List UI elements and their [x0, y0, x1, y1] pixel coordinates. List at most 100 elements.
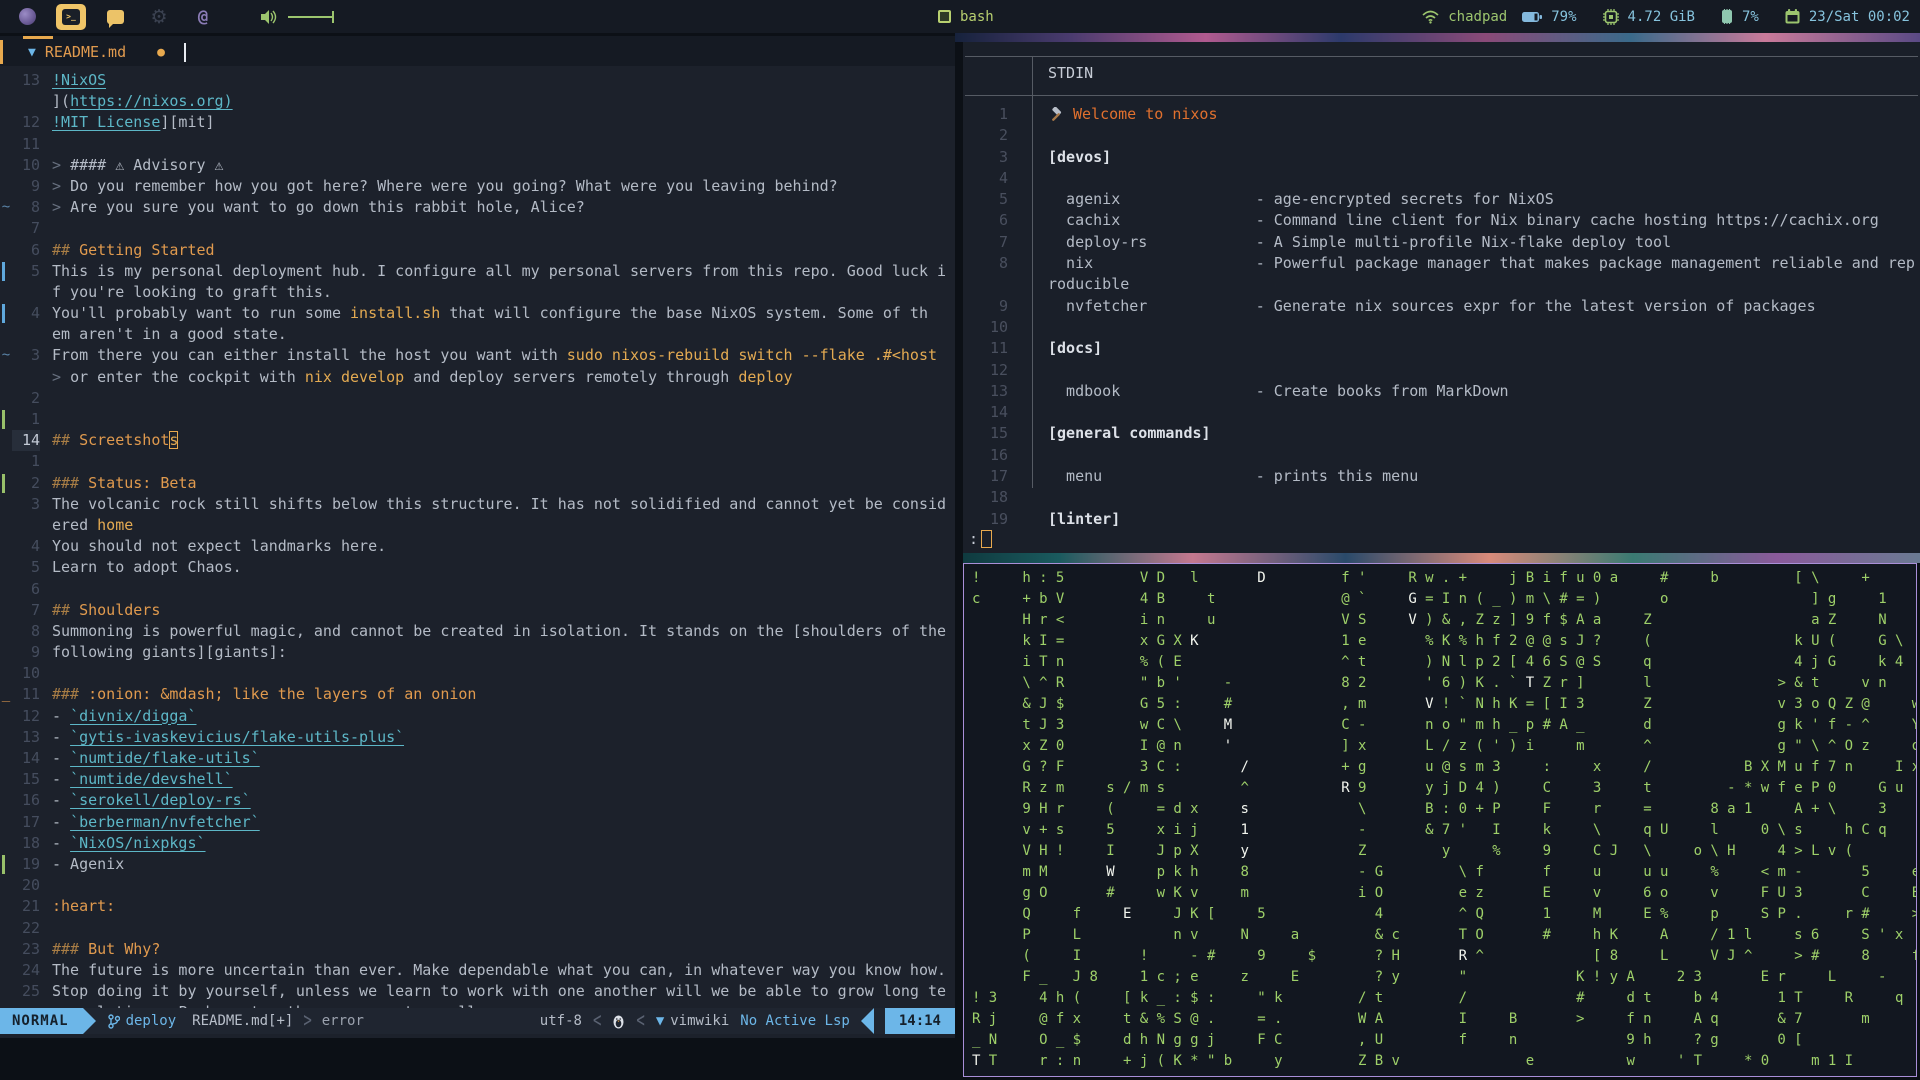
- pager-line-number: 9: [998, 296, 1008, 315]
- editor-line[interactable]: f you're looking to graft this.: [0, 282, 955, 303]
- editor-line[interactable]: 7 ## Shoulders: [0, 600, 955, 621]
- editor-line[interactable]: 19 - Agenix: [0, 854, 955, 875]
- line-text: - `gytis-ivaskevicius/flake-utils-plus`: [52, 727, 405, 746]
- editor-line[interactable]: 25 Stop doing it by yourself, unless we l…: [0, 981, 955, 1002]
- editor-line[interactable]: ~8 > Are you sure you want to go down thi…: [0, 197, 955, 218]
- editor-line[interactable]: 17 - `berberman/nvfetcher`: [0, 812, 955, 833]
- line-text: From there you can either install the ho…: [52, 346, 938, 365]
- editor-line[interactable]: 4 You should not expect landmarks here.: [0, 536, 955, 557]
- editor-line[interactable]: 4 You'll probably want to run some instal…: [0, 303, 955, 324]
- line-number: 24: [21, 960, 40, 979]
- editor-line[interactable]: 13 - `gytis-ivaskevicius/flake-utils-plus…: [0, 727, 955, 748]
- editor-line[interactable]: 8 Summoning is powerful magic, and cannot…: [0, 621, 955, 642]
- pager-prompt[interactable]: :: [969, 530, 993, 548]
- pager-line-number: 15: [989, 424, 1008, 443]
- editor-line[interactable]: ~3 From there you can either install the …: [0, 345, 955, 366]
- editor-line[interactable]: 12 - `divnix/digga`: [0, 706, 955, 727]
- editor-line[interactable]: 22: [0, 918, 955, 939]
- editor-line[interactable]: 2: [0, 388, 955, 409]
- pager-line: 11 [docs]: [963, 338, 1920, 359]
- editor-line[interactable]: 7: [0, 218, 955, 239]
- editor-line[interactable]: ](https://nixos.org): [0, 91, 955, 112]
- editor-line[interactable]: 13 !NixOS: [0, 70, 955, 91]
- gutter-sign: [0, 430, 12, 451]
- volume-slider-handle[interactable]: [332, 10, 334, 23]
- editor-line[interactable]: 23 ### But Why?: [0, 939, 955, 960]
- matrix-row: kI= xGXK 1e %K%hf2@@sJ? ( kU( G\ Vb%U< U: [1022, 633, 1912, 649]
- editor-line[interactable]: 16 - `serokell/deploy-rs`: [0, 790, 955, 811]
- editor-line[interactable]: 15 - `numtide/devshell`: [0, 769, 955, 790]
- editor-line[interactable]: 6 ## Getting Started: [0, 240, 955, 261]
- editor-line[interactable]: 5 This is my personal deployment hub. I c…: [0, 261, 955, 282]
- line-number: 9: [30, 176, 40, 195]
- editor-buffer[interactable]: 13 !NixOS](https://nixos.org) 12 !MIT Licen…: [0, 70, 955, 1023]
- line-text: Stop doing it by yourself, unless we lea…: [52, 982, 947, 1001]
- focused-window-title: bash: [938, 0, 994, 33]
- editor-line[interactable]: 1: [0, 409, 955, 430]
- statusline-clock: 14:14: [884, 1008, 955, 1034]
- gutter-sign: ~: [1, 199, 11, 216]
- line-text: ered home: [52, 515, 134, 534]
- pager-line: 19 [linter]: [963, 509, 1920, 530]
- editor-line[interactable]: 21:heart:: [0, 896, 955, 917]
- tab-readme[interactable]: ▼ README.md ●: [28, 40, 186, 64]
- editor-line[interactable]: > or enter the cockpit with nix develop …: [0, 367, 955, 388]
- pager-line-number: 12: [989, 360, 1008, 379]
- chat-workspace-icon[interactable]: [100, 4, 130, 30]
- line-text: > Do you remember how you got here? Wher…: [52, 176, 838, 195]
- matrix-row: gO # wKv m iO ez E v 6o v FU3 C ET, 9: [972, 885, 1917, 901]
- gutter-sign: [0, 261, 12, 282]
- pager-line: 15 [general commands]: [963, 423, 1920, 444]
- git-branch-icon: [107, 1013, 120, 1029]
- pager-line-text: mdbook - Create books from MarkDown: [1048, 381, 1509, 400]
- matrix-highlight-char: M: [1223, 717, 1241, 733]
- volume-control[interactable]: [260, 9, 334, 25]
- editor-line[interactable]: 10: [0, 663, 955, 684]
- ram-chip-icon: [1721, 9, 1733, 24]
- terminal-icon: >_: [62, 8, 80, 25]
- editor-line[interactable]: 12 !MIT License][mit]: [0, 112, 955, 133]
- editor-line[interactable]: 24 The future is more uncertain than ever…: [0, 960, 955, 981]
- gutter-sign: [0, 939, 12, 960]
- statusline-left: deploy README.md[+] > error: [107, 1009, 364, 1033]
- editor-line[interactable]: 18 - `NixOS/nixpkgs`: [0, 833, 955, 854]
- matrix-terminal-window[interactable]: ! h:5 VD l D f' Rw.+ jBifu0a # b [\ + U]…: [963, 563, 1917, 1077]
- editor-line[interactable]: 5 Learn to adopt Chaos.: [0, 557, 955, 578]
- firefox-workspace-icon[interactable]: [12, 4, 42, 30]
- editor-line[interactable]: 10 > #### ⚠ Advisory ⚠: [0, 155, 955, 176]
- pager-line-number: 4: [998, 168, 1008, 187]
- editor-line[interactable]: 1: [0, 451, 955, 472]
- tab-accent-bar: [23, 36, 53, 39]
- editor-line[interactable]: 6: [0, 579, 955, 600]
- mail-workspace-icon[interactable]: @: [188, 4, 218, 30]
- editor-line[interactable]: 20: [0, 875, 955, 896]
- editor-line[interactable]: 14 - `numtide/flake-utils`: [0, 748, 955, 769]
- editor-line[interactable]: 2 ### Status: Beta: [0, 473, 955, 494]
- gutter-sign: [0, 557, 12, 578]
- line-number: 3: [30, 346, 40, 365]
- line-number: 6: [30, 579, 40, 598]
- pager-line-number: 11: [989, 339, 1008, 358]
- lsp-status-label: No Active Lsp: [740, 1013, 850, 1029]
- neovim-editor-window[interactable]: ▼ README.md ● 13 !NixOS](https://nixos.or…: [0, 36, 955, 1038]
- matrix-row: tJ3 wC\ M C- no"mh_p#A_ d gk'f-^ YE oS E: [1022, 717, 1916, 733]
- editor-line[interactable]: _ 11 ### :onion: &mdash; like the layers o…: [0, 684, 955, 705]
- pager-terminal-window[interactable]: STDIN 1 Welcome to nixos 2 3 [devos] 4 5 ageni…: [963, 42, 1920, 553]
- tab-filename: README.md: [44, 43, 127, 61]
- editor-line[interactable]: 9 > Do you remember how you got here? Whe…: [0, 176, 955, 197]
- terminal-workspace-icon[interactable]: >_: [56, 3, 86, 30]
- tabline-cursor: [183, 42, 186, 62]
- chevron-right-icon: >: [303, 1009, 312, 1033]
- editor-line[interactable]: em aren't in a good state.: [0, 324, 955, 345]
- gutter-sign: [0, 155, 12, 176]
- line-number: 4: [30, 537, 40, 556]
- editor-line[interactable]: 9 following giants][giants]:: [0, 642, 955, 663]
- battery-percent-label: 79%: [1551, 8, 1577, 25]
- editor-line[interactable]: 3 The volcanic rock still shifts below th…: [0, 494, 955, 515]
- settings-workspace-icon[interactable]: ⚙: [144, 4, 174, 30]
- editor-line[interactable]: ered home: [0, 515, 955, 536]
- editor-line[interactable]: 14 ## Screetshots: [0, 430, 955, 452]
- volume-slider[interactable]: [288, 10, 334, 23]
- editor-line[interactable]: 11: [0, 134, 955, 155]
- gutter-sign: [0, 134, 12, 155]
